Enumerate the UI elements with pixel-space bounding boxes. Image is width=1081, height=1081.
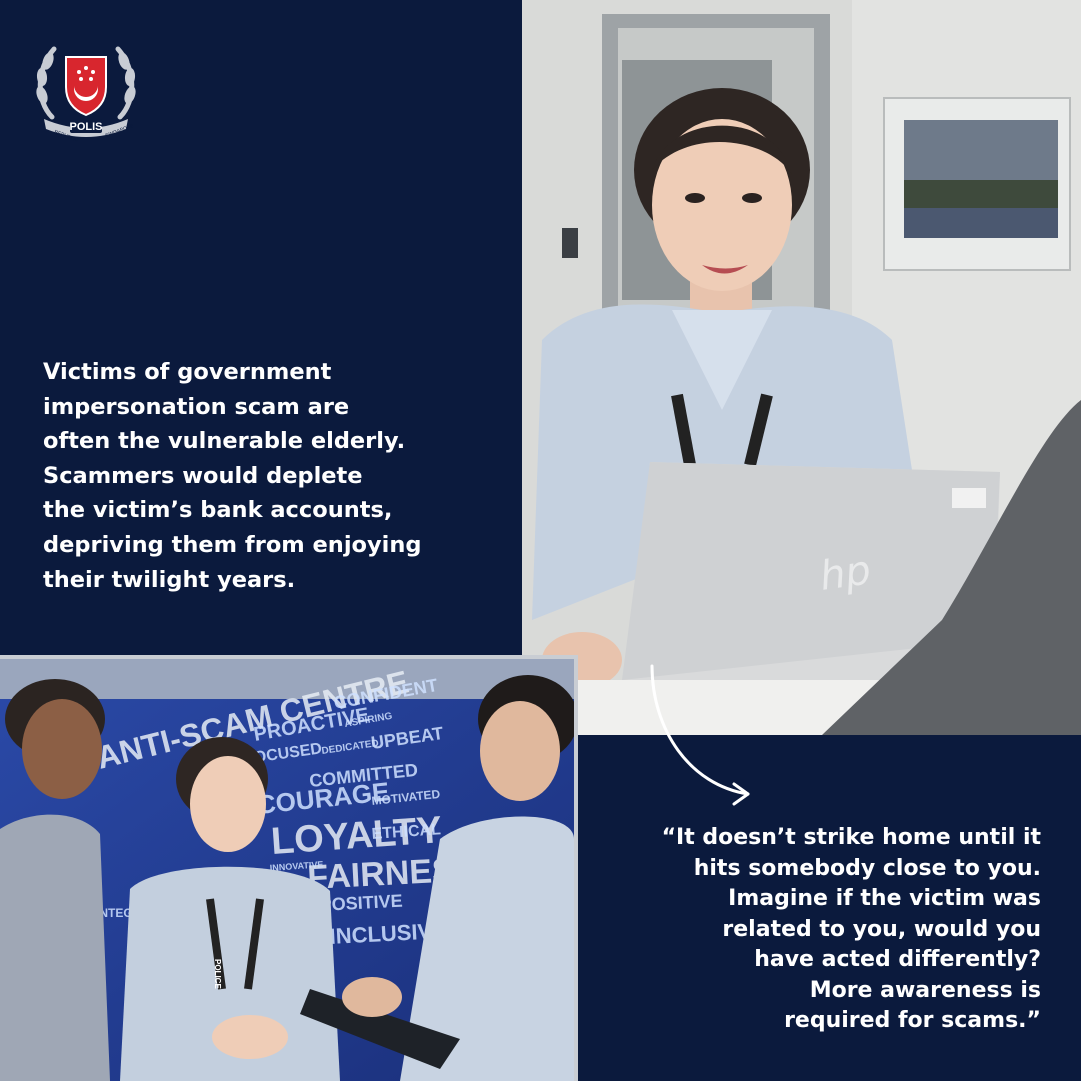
lanyard-text: POLICE [213, 959, 222, 989]
quote-text: “It doesn’t strike home until it hits so… [661, 825, 1041, 1033]
photo-officers-anti-scam-centre: ANTI-SCAM CENTRE PROACTIVE CONFIDENT ASP… [0, 655, 578, 1081]
logo-polis-text: POLIS [69, 121, 102, 133]
curved-arrow-icon [650, 664, 750, 806]
police-crest-logo: POLIS REPUBLIC SINGAPORE [36, 46, 136, 143]
photo-officer-at-laptop: hp [522, 0, 1081, 735]
body-text: Victims of government impersonation scam… [43, 359, 422, 593]
laptop-logo: hp [817, 547, 874, 600]
